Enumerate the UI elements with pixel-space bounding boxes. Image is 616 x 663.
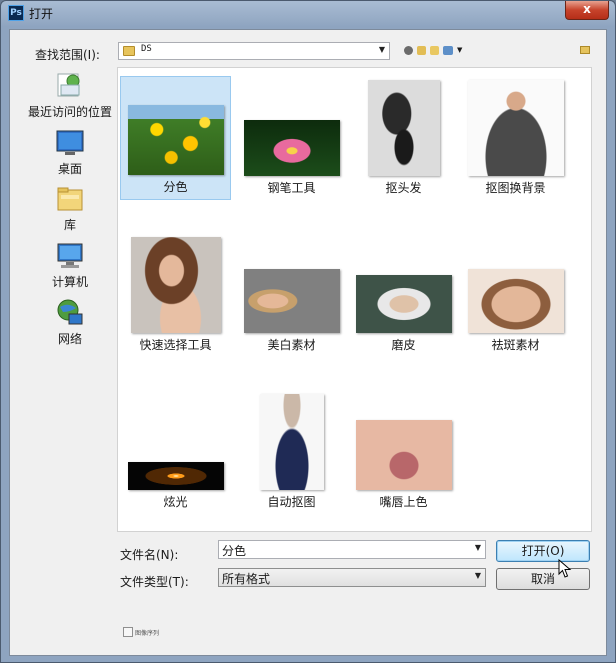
image-sequence-label: 图像序列 [135,629,160,637]
file-item[interactable]: 快速选择工具 [120,233,231,357]
image-sequence-checkbox[interactable] [123,627,133,637]
file-name: 炫光 [163,495,188,509]
file-name: 钢笔工具 [267,181,316,195]
file-name: 自动抠图 [267,495,316,509]
recent-places-icon [55,71,85,101]
place-libraries[interactable]: 库 [14,184,126,233]
open-button[interactable]: 打开(O) [496,540,590,562]
file-item[interactable]: 自动抠图 [236,390,347,514]
file-name-input[interactable]: 分色 ▼ [218,540,486,559]
chevron-down-icon[interactable]: ▼ [475,543,481,552]
file-name: 嘴唇上色 [379,495,428,509]
thumbnail-businessman [467,80,564,176]
view-menu-icon[interactable] [443,45,453,55]
file-name: 快速选择工具 [139,338,212,352]
place-label: 网络 [57,332,82,346]
nav-toolbar: ▼ [404,43,462,57]
places-bar: 最近访问的位置 桌面 库 计算机 网络 [14,67,114,603]
file-list[interactable]: 分色 钢笔工具 抠头发 抠图换背景 快速选择工具 美白素材 磨皮 祛斑素材 炫光… [117,67,592,532]
chevron-down-icon: ▼ [474,571,481,580]
close-button[interactable]: x [565,1,609,20]
dialog-body: 查找范围(I): DS ▼ ▼ 最近访问的位置 桌面 库 计算机 网络 分色 钢… [9,29,607,656]
file-item[interactable]: 钢笔工具 [236,76,347,200]
desktop-icon [55,128,85,158]
thumbnail-lips [355,420,452,490]
look-in-dropdown[interactable]: DS ▼ [118,42,390,60]
thumbnail-dress-woman [259,394,324,490]
cancel-button[interactable]: 取消 [496,568,590,590]
computer-icon [55,241,85,271]
libraries-icon [55,184,85,214]
look-in-value: DS [141,44,152,54]
file-item[interactable]: 抠图换背景 [460,76,571,200]
place-network[interactable]: 网络 [14,298,126,347]
place-label: 计算机 [51,275,88,289]
thumbnail-blonde-woman [243,269,340,333]
file-item[interactable]: 分色 [120,76,231,200]
image-sequence-option[interactable]: 图像序列 [123,627,159,637]
file-type-dropdown[interactable]: 所有格式 ▼ [218,568,486,587]
file-name: 祛斑素材 [491,338,540,352]
file-item[interactable]: 嘴唇上色 [348,390,459,514]
place-label: 库 [63,218,76,232]
thumbnail-freckled-woman [467,269,564,333]
file-name: 抠图换背景 [485,181,546,195]
new-folder-icon[interactable] [430,45,439,55]
file-name-label: 文件名(N): [120,548,179,562]
title-bar[interactable]: Ps 打开 x [1,1,615,27]
file-name: 抠头发 [385,181,422,195]
view-menu-chevron-icon[interactable]: ▼ [457,46,462,54]
thumbnail-hair-woman [367,80,440,176]
look-in-label: 查找范围(I): [35,48,100,62]
thumbnail-hooded-woman [355,275,452,333]
photoshop-app-icon: Ps [8,5,24,21]
place-desktop[interactable]: 桌面 [14,128,126,177]
file-item[interactable]: 美白素材 [236,233,347,357]
file-item[interactable]: 炫光 [120,390,231,514]
file-item[interactable]: 祛斑素材 [460,233,571,357]
file-name: 磨皮 [391,338,416,352]
back-icon[interactable] [404,45,413,55]
network-icon [55,298,85,328]
place-label: 桌面 [57,162,82,176]
place-computer[interactable]: 计算机 [14,241,126,290]
place-recent[interactable]: 最近访问的位置 [14,71,126,120]
chevron-down-icon: ▼ [378,45,385,54]
thumbnail-lens-flare [127,462,224,490]
up-folder-icon[interactable] [417,45,426,55]
file-item[interactable]: 抠头发 [348,76,459,200]
place-label: 最近访问的位置 [27,105,112,119]
dialog-title: 打开 [29,7,54,21]
open-dialog: Ps 打开 x 查找范围(I): DS ▼ ▼ 最近访问的位置 桌面 库 计算机… [0,0,616,663]
folder-icon [123,46,135,56]
thumbnail-lotus-flower [243,120,340,176]
file-type-label: 文件类型(T): [120,575,189,589]
file-type-value: 所有格式 [222,572,271,586]
thumbnail-curly-hair-woman [130,237,221,333]
file-item[interactable]: 磨皮 [348,233,459,357]
file-name-value: 分色 [222,544,247,558]
mouse-cursor-icon [558,559,572,578]
create-folder-icon[interactable] [580,46,590,54]
thumbnail-yellow-roses [127,105,224,175]
file-name: 美白素材 [267,338,316,352]
file-name: 分色 [163,180,188,194]
